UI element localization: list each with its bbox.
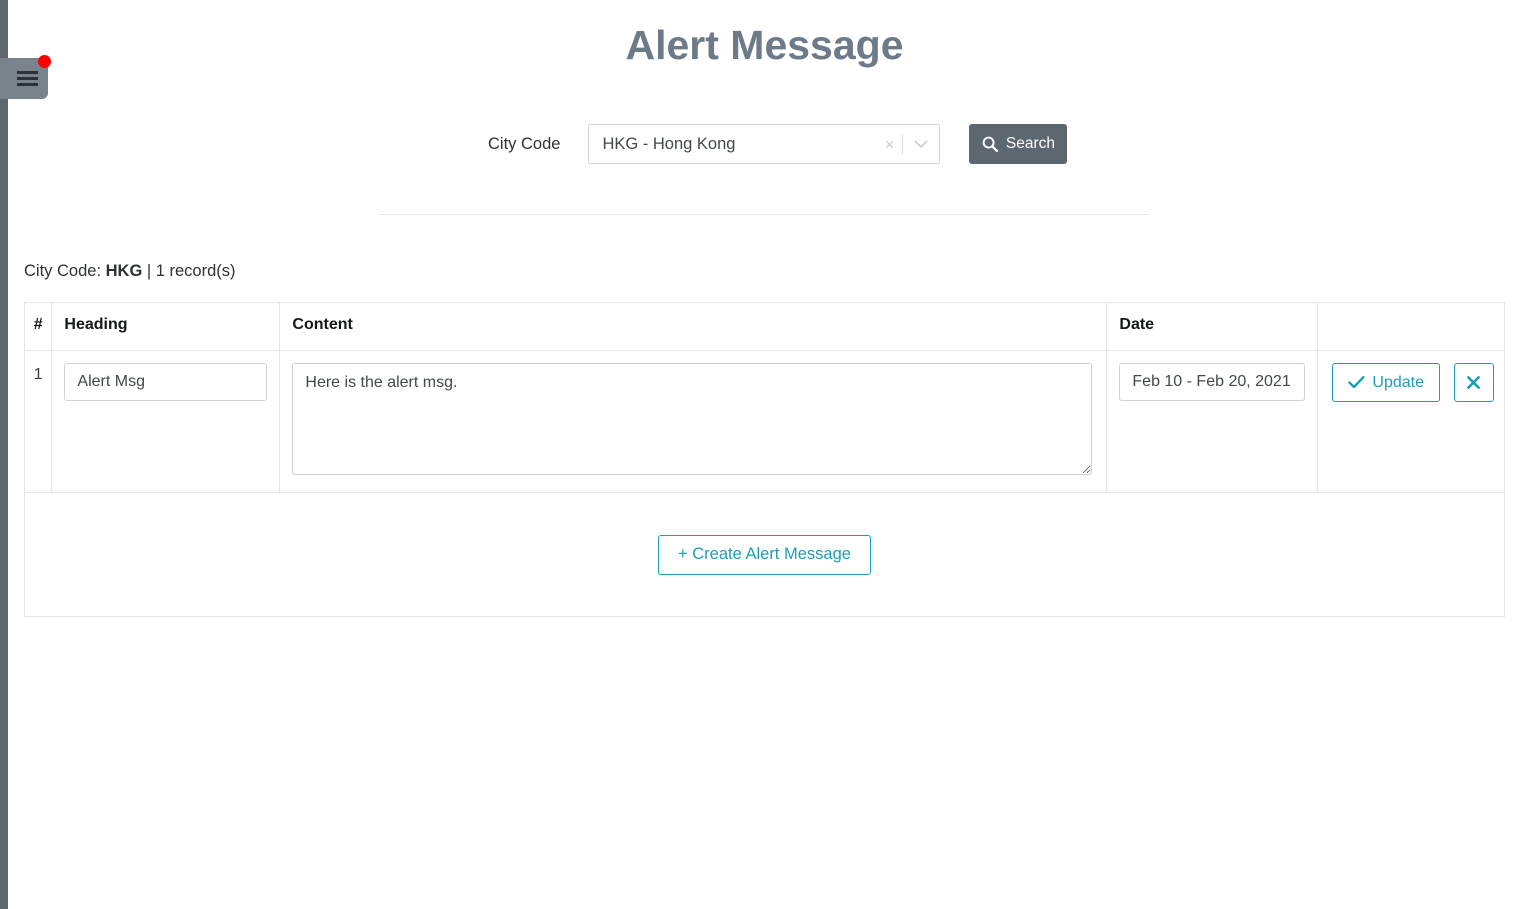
content-textarea[interactable] xyxy=(292,363,1093,475)
table-head: # Heading Content Date xyxy=(23,302,1505,351)
clear-icon[interactable]: × xyxy=(876,136,902,153)
record-summary-prefix: City Code: xyxy=(24,262,106,280)
column-header-date: Date xyxy=(1106,302,1319,351)
table-body: 1 Update xyxy=(23,350,1505,617)
check-icon xyxy=(1348,375,1365,390)
row-date-cell xyxy=(1106,350,1319,493)
column-header-actions xyxy=(1317,302,1505,351)
search-button-label: Search xyxy=(1005,135,1056,152)
city-code-label: City Code xyxy=(488,135,561,153)
table-footer-row: + Create Alert Message xyxy=(24,492,1505,617)
column-header-heading: Heading xyxy=(51,302,281,351)
hamburger-icon xyxy=(17,71,38,86)
chevron-down-icon[interactable] xyxy=(903,134,939,154)
update-button-label: Update xyxy=(1372,373,1424,391)
row-content-cell xyxy=(279,350,1108,493)
section-divider xyxy=(380,214,1148,215)
table-header-row: # Heading Content Date xyxy=(23,302,1505,351)
column-header-index: # xyxy=(23,302,53,351)
search-toolbar: City Code HKG - Hong Kong × Search xyxy=(488,124,1068,164)
alert-message-table: # Heading Content Date 1 Alert Msg Here … xyxy=(23,302,1505,617)
delete-button[interactable] xyxy=(1453,363,1494,402)
record-summary-code: HKG xyxy=(105,262,143,280)
date-range-input[interactable] xyxy=(1119,363,1306,401)
table-row: 1 Update xyxy=(23,350,1505,493)
create-alert-message-button[interactable]: + Create Alert Message xyxy=(658,534,871,575)
search-button[interactable]: Search xyxy=(969,124,1068,164)
page-title: Alert Message xyxy=(625,22,904,68)
city-code-selected-value: HKG - Hong Kong xyxy=(602,134,736,153)
left-sidebar-rail xyxy=(0,0,8,909)
create-row-cell: + Create Alert Message xyxy=(24,492,1505,617)
row-heading-cell xyxy=(51,350,281,493)
row-actions-cell: Update xyxy=(1317,350,1505,493)
update-button[interactable]: Update xyxy=(1332,363,1440,402)
record-summary-suffix: | 1 record(s) xyxy=(142,262,236,280)
column-header-content: Content xyxy=(279,302,1108,351)
heading-input[interactable] xyxy=(64,363,268,401)
row-actions-group: Update xyxy=(1332,363,1494,402)
record-summary: City Code: HKG | 1 record(s) xyxy=(24,262,236,281)
city-code-select[interactable]: HKG - Hong Kong × xyxy=(588,124,941,164)
search-icon xyxy=(982,136,998,152)
row-index-cell: 1 xyxy=(23,350,53,493)
close-icon xyxy=(1466,375,1481,390)
